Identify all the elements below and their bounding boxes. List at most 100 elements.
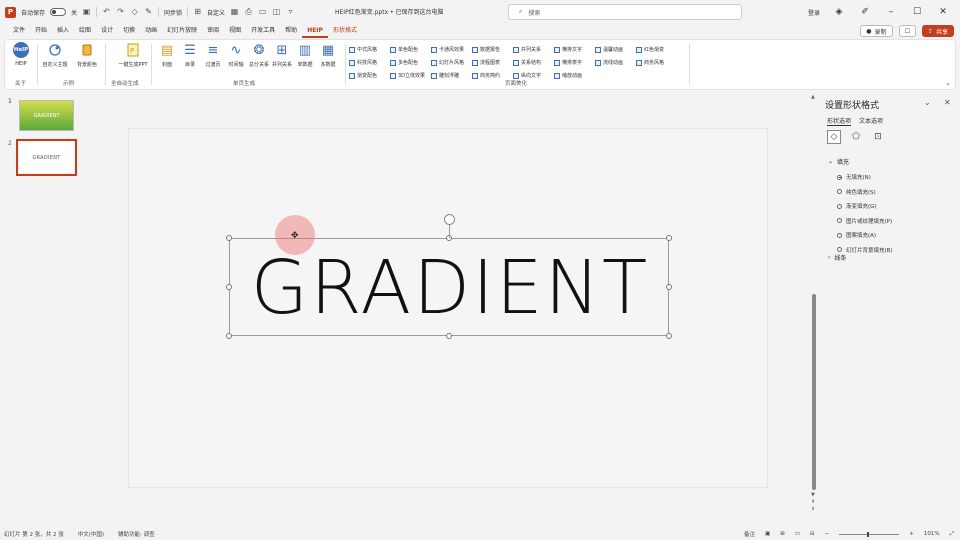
- tab-13[interactable]: 形状格式: [328, 24, 362, 38]
- beautify-option[interactable]: 并列关系: [513, 43, 554, 56]
- custom-theme-button[interactable]: 自定义主题: [43, 42, 68, 68]
- slide-editor[interactable]: GRADIENT ✥: [88, 92, 810, 524]
- redo-icon[interactable]: ↷: [116, 8, 125, 17]
- beautify-option[interactable]: 温馨动画: [595, 43, 636, 56]
- tab-11[interactable]: 帮助: [280, 24, 302, 38]
- custom-label[interactable]: 自定义: [207, 8, 225, 17]
- slide-canvas[interactable]: GRADIENT ✥: [128, 128, 768, 488]
- tab-shape-options[interactable]: 形状选项: [827, 116, 852, 126]
- background-color-button[interactable]: 背景颜色: [75, 42, 99, 68]
- total-split-button[interactable]: ❂ 总分关系: [247, 42, 271, 69]
- more-icon[interactable]: ▿: [286, 8, 295, 17]
- tab-6[interactable]: 动画: [140, 24, 162, 38]
- tab-1[interactable]: 开始: [30, 24, 52, 38]
- fill-option[interactable]: 图片或纹理填充(P): [837, 217, 893, 225]
- shapes-icon[interactable]: ◇: [130, 8, 139, 17]
- sorter-view-icon[interactable]: ⊞: [780, 531, 785, 537]
- transition-button[interactable]: ≡ 过渡页: [201, 42, 225, 69]
- fill-option[interactable]: 渐变填充(G): [837, 202, 893, 210]
- slide-thumbnail-1[interactable]: GRADIENT: [19, 100, 74, 131]
- resize-handle[interactable]: [226, 284, 232, 290]
- help-button[interactable]: HeIP HEIP: [9, 42, 33, 67]
- tab-3[interactable]: 绘图: [74, 24, 96, 38]
- fill-option[interactable]: 纯色填充(S): [837, 188, 893, 196]
- beautify-option[interactable]: 雕刻浮雕: [431, 69, 472, 82]
- sign-in-link[interactable]: 登录: [808, 8, 820, 17]
- parallel-button[interactable]: ⊞ 并列关系: [270, 42, 294, 69]
- accessibility-status[interactable]: 辅助功能: 调查: [118, 530, 155, 538]
- cover-button[interactable]: ▤ 封面: [155, 42, 179, 69]
- timeline-button[interactable]: ∿ 时间轴: [224, 42, 248, 69]
- beautify-option[interactable]: 商务风格: [636, 56, 677, 69]
- maximize-button[interactable]: ☐: [910, 7, 924, 17]
- reading-view-icon[interactable]: ▭: [795, 531, 800, 537]
- fill-option[interactable]: 无填充(N): [837, 173, 893, 181]
- beautify-option[interactable]: 流线动画: [595, 56, 636, 69]
- resize-handle[interactable]: [666, 235, 672, 241]
- toc-button[interactable]: ☰ 目录: [178, 42, 202, 69]
- tab-8[interactable]: 审阅: [202, 24, 224, 38]
- beautify-option[interactable]: 横排文字: [554, 43, 595, 56]
- scrollbar-thumb[interactable]: [812, 294, 816, 490]
- generate-ppt-button[interactable]: P 一键生成PPT: [113, 42, 153, 68]
- slideshow-icon[interactable]: ▭: [258, 8, 267, 17]
- sync-lock-label[interactable]: 同步锁: [164, 8, 182, 17]
- resize-handle[interactable]: [666, 284, 672, 290]
- resize-handle[interactable]: [226, 333, 232, 339]
- beautify-option[interactable]: 多色配色: [390, 56, 431, 69]
- fill-section-header[interactable]: ⌄ 填充: [828, 157, 849, 166]
- beautify-option[interactable]: 红色渐变: [636, 43, 677, 56]
- resize-handle[interactable]: [666, 333, 672, 339]
- beautify-option[interactable]: 缩放动画: [554, 69, 595, 82]
- grid-icon[interactable]: ▦: [230, 8, 239, 17]
- multi-data-button[interactable]: ▦ 多数据: [316, 42, 340, 69]
- tab-5[interactable]: 切换: [118, 24, 140, 38]
- fit-slide-icon[interactable]: ⤢: [950, 531, 954, 538]
- beautify-option[interactable]: 关系结构: [513, 56, 554, 69]
- tab-10[interactable]: 开发工具: [246, 24, 280, 38]
- zoom-level[interactable]: 101%: [924, 531, 940, 537]
- slide-thumbnail-2[interactable]: GRADIENT: [16, 139, 77, 176]
- beautify-option[interactable]: 流程图表: [472, 56, 513, 69]
- brush-icon[interactable]: ✎: [144, 8, 153, 17]
- vertical-scrollbar[interactable]: ▲ ▼ ⇞ ⇟: [811, 92, 818, 524]
- normal-view-icon[interactable]: ▣: [765, 531, 770, 537]
- zoom-slider[interactable]: [839, 531, 900, 537]
- beautify-option[interactable]: 幻灯片风格: [431, 56, 472, 69]
- scroll-down-icon[interactable]: ▼ ⇞ ⇟: [811, 492, 815, 513]
- fill-option[interactable]: 图案填充(A): [837, 231, 893, 239]
- diamond-icon[interactable]: ◈: [832, 7, 846, 17]
- beautify-option[interactable]: 科技风格: [349, 56, 390, 69]
- tab-4[interactable]: 设计: [96, 24, 118, 38]
- beautify-option[interactable]: 横排表字: [554, 56, 595, 69]
- document-title[interactable]: HEIP红色渐变.pptx • 已保存到这台电脑: [335, 7, 443, 16]
- tab-12[interactable]: HEIP: [302, 24, 328, 38]
- autosave-toggle[interactable]: [50, 8, 67, 16]
- language-status[interactable]: 中文(中国): [78, 530, 104, 538]
- single-data-button[interactable]: ▥ 单数据: [293, 42, 317, 69]
- tab-7[interactable]: 幻灯片放映: [162, 24, 202, 38]
- ribbon-collapse-icon[interactable]: ⌄: [945, 79, 951, 87]
- minimize-button[interactable]: –: [884, 7, 898, 17]
- tab-9[interactable]: 视图: [224, 24, 246, 38]
- beautify-option[interactable]: 单色配色: [390, 43, 431, 56]
- scroll-up-icon[interactable]: ▲: [811, 94, 815, 100]
- save-icon[interactable]: ▣: [82, 8, 91, 17]
- beautify-option[interactable]: 3D立体效果: [390, 69, 431, 82]
- size-properties-icon[interactable]: ⊡: [871, 130, 885, 144]
- zoom-in-icon[interactable]: +: [909, 531, 914, 537]
- search-input[interactable]: ⌕ 搜索: [508, 4, 742, 20]
- tab-2[interactable]: 插入: [52, 24, 74, 38]
- align-icon[interactable]: ⊞: [193, 8, 202, 17]
- comments-button[interactable]: ☐: [898, 25, 916, 37]
- resize-handle[interactable]: [446, 333, 452, 339]
- tab-text-options[interactable]: 文本选项: [859, 116, 883, 126]
- beautify-option[interactable]: 中式风格: [349, 43, 390, 56]
- zoom-out-icon[interactable]: −: [825, 531, 830, 537]
- rotate-handle-icon[interactable]: [444, 214, 455, 225]
- record-button[interactable]: ● 录制: [860, 25, 893, 37]
- notes-button[interactable]: 备注: [744, 530, 755, 538]
- print-icon[interactable]: ⎙: [244, 8, 253, 17]
- close-button[interactable]: ✕: [936, 7, 950, 17]
- line-section-header[interactable]: › 线条: [828, 253, 846, 262]
